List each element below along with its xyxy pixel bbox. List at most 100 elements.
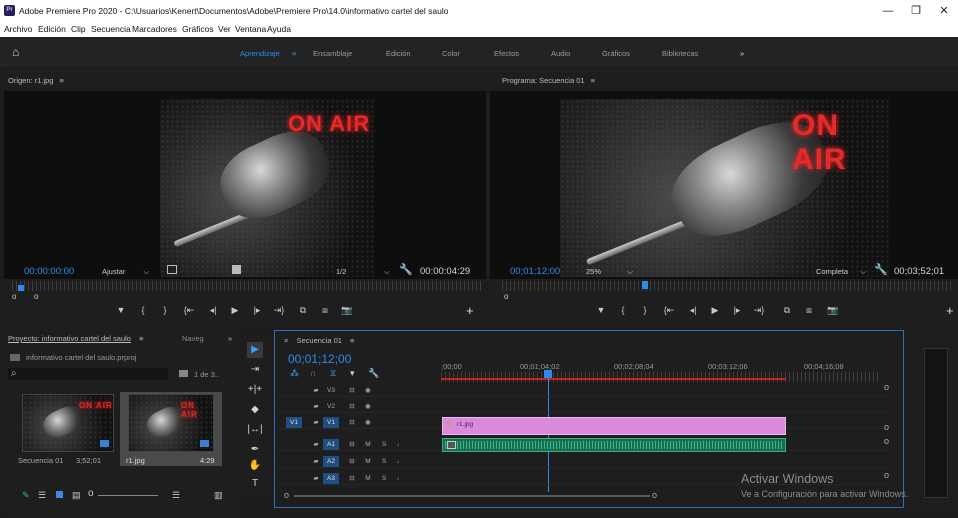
go-to-in-button[interactable]: {⇤: [182, 305, 196, 316]
type-tool-icon[interactable]: T: [247, 476, 263, 492]
go-to-in-button[interactable]: {⇤: [662, 305, 676, 316]
snap-icon[interactable]: ∩: [310, 368, 316, 378]
mute-button[interactable]: M: [360, 456, 376, 467]
mark-out-button[interactable]: }: [158, 305, 172, 315]
maximize-button[interactable]: ❐: [908, 4, 924, 18]
nest-icon[interactable]: ⁂: [290, 368, 299, 379]
project-search-input[interactable]: ⌕: [8, 368, 168, 380]
scroll-handle-icon[interactable]: o: [652, 490, 657, 500]
microphone-icon[interactable]: ♩: [392, 456, 408, 467]
panel-menu-icon[interactable]: ≡: [60, 76, 64, 85]
overwrite-button[interactable]: ⧈: [318, 305, 332, 316]
program-time-ruler[interactable]: [502, 281, 954, 291]
eye-icon[interactable]: ◉: [360, 417, 376, 428]
source-patch-v1[interactable]: V1: [286, 417, 302, 428]
sync-toggle-icon[interactable]: ⊟: [344, 473, 360, 484]
camera-icon[interactable]: 📷: [826, 305, 840, 316]
panel-menu-icon[interactable]: ≡: [350, 336, 354, 345]
sync-toggle-icon[interactable]: ⊟: [344, 417, 360, 428]
solo-button[interactable]: S: [376, 473, 392, 484]
zoom-slider[interactable]: [98, 495, 158, 496]
track-label[interactable]: A1: [323, 439, 339, 450]
solo-button[interactable]: S: [376, 439, 392, 450]
menu-marcadores[interactable]: Marcadores: [132, 24, 177, 34]
add-marker-button[interactable]: ▼: [114, 305, 128, 315]
microphone-icon[interactable]: ♩: [392, 473, 408, 484]
linked-selection-icon[interactable]: ⧖: [330, 368, 336, 379]
add-marker-icon[interactable]: ▾: [350, 368, 355, 379]
eye-icon[interactable]: ◉: [360, 401, 376, 412]
program-zoom-dropdown[interactable]: 25% ⌵: [586, 267, 633, 277]
timeline-tab[interactable]: × Secuencia 01 ≡: [284, 336, 354, 345]
workspace-tab-audio[interactable]: Audio: [551, 49, 570, 58]
go-to-out-button[interactable]: ⇥}: [752, 305, 766, 316]
camera-icon[interactable]: 📷: [340, 305, 354, 316]
scroll-handle-icon[interactable]: o: [884, 422, 889, 432]
insert-icon[interactable]: [232, 265, 241, 274]
lift-button[interactable]: ⧉: [780, 305, 794, 316]
panel-menu-icon[interactable]: ≡: [591, 76, 595, 85]
sync-toggle-icon[interactable]: ⊟: [344, 401, 360, 412]
lock-icon[interactable]: ▰: [308, 473, 324, 484]
timeline-playhead[interactable]: [544, 370, 552, 378]
lock-icon[interactable]: ▰: [308, 401, 324, 412]
step-back-button[interactable]: ◂|: [686, 305, 700, 316]
bin-icon[interactable]: [179, 370, 188, 377]
eye-icon[interactable]: ◉: [360, 385, 376, 396]
list-view-icon[interactable]: ☰: [38, 490, 46, 501]
mute-button[interactable]: M: [360, 473, 376, 484]
zoom-slider-icon[interactable]: o: [88, 488, 94, 499]
timeline-timecode[interactable]: 00;01;12;00: [288, 352, 351, 366]
project-panel-tab[interactable]: Proyecto: informativo cartel del saulo ≡: [8, 334, 143, 343]
ripple-edit-tool-icon[interactable]: +|+: [247, 382, 263, 398]
menu-graficos[interactable]: Gráficos: [182, 24, 214, 34]
minimize-button[interactable]: —: [880, 4, 896, 18]
scroll-handle-icon[interactable]: o: [884, 436, 889, 446]
step-forward-button[interactable]: |▸: [730, 305, 744, 316]
lock-icon[interactable]: ▰: [308, 456, 324, 467]
add-marker-button[interactable]: ▼: [594, 305, 608, 315]
program-playhead[interactable]: [642, 281, 648, 289]
video-clip[interactable]: fx r1.jpg: [442, 417, 786, 435]
mark-out-button[interactable]: }: [638, 305, 652, 315]
source-time-ruler[interactable]: [12, 281, 482, 291]
lock-icon[interactable]: ▰: [308, 385, 324, 396]
program-quality-dropdown[interactable]: Completa ⌵: [816, 267, 866, 277]
go-to-out-button[interactable]: ⇥}: [272, 305, 286, 316]
workspace-menu-icon[interactable]: ≡: [292, 49, 296, 58]
project-item-thumbnail[interactable]: ON AIR: [128, 394, 214, 452]
track-label[interactable]: A3: [323, 473, 339, 484]
track-label[interactable]: A2: [323, 456, 339, 467]
home-icon[interactable]: ⌂: [12, 45, 19, 59]
panel-menu-icon[interactable]: ≡: [139, 334, 143, 343]
scroll-handle-icon[interactable]: o: [884, 470, 889, 480]
close-icon[interactable]: ×: [284, 336, 288, 345]
wrench-icon[interactable]: 🔧: [399, 263, 413, 276]
microphone-icon[interactable]: ♩: [392, 439, 408, 450]
wrench-icon[interactable]: 🔧: [874, 263, 888, 276]
track-label[interactable]: V2: [323, 401, 339, 412]
menu-edicion[interactable]: Edición: [38, 24, 66, 34]
wrench-icon[interactable]: 🔧: [368, 368, 379, 379]
project-item-thumbnail[interactable]: ON AIR: [22, 394, 114, 452]
hand-tool-icon[interactable]: ✋: [247, 458, 263, 474]
safe-margins-icon[interactable]: [167, 265, 177, 274]
workspace-tab-edicion[interactable]: Edición: [386, 49, 411, 58]
sync-toggle-icon[interactable]: ⊟: [344, 439, 360, 450]
zoom-handle-right-icon[interactable]: o: [34, 292, 38, 301]
source-viewer[interactable]: ON AIR: [4, 91, 486, 279]
solo-button[interactable]: S: [376, 456, 392, 467]
menu-archivo[interactable]: Archivo: [4, 24, 32, 34]
timeline-ruler[interactable]: [441, 372, 881, 382]
timeline-horizontal-scrollbar[interactable]: [294, 495, 650, 497]
lock-icon[interactable]: ▰: [308, 417, 324, 428]
step-back-button[interactable]: ◂|: [206, 305, 220, 316]
mark-in-button[interactable]: {: [616, 305, 630, 315]
menu-ver[interactable]: Ver: [218, 24, 231, 34]
program-timecode[interactable]: 00;01;12;00: [510, 266, 560, 277]
razor-tool-icon[interactable]: ◆: [247, 402, 263, 418]
add-button-icon[interactable]: +: [946, 303, 954, 318]
mute-button[interactable]: M: [360, 439, 376, 450]
selection-tool-icon[interactable]: ▶: [247, 342, 263, 358]
mark-in-button[interactable]: {: [136, 305, 150, 315]
